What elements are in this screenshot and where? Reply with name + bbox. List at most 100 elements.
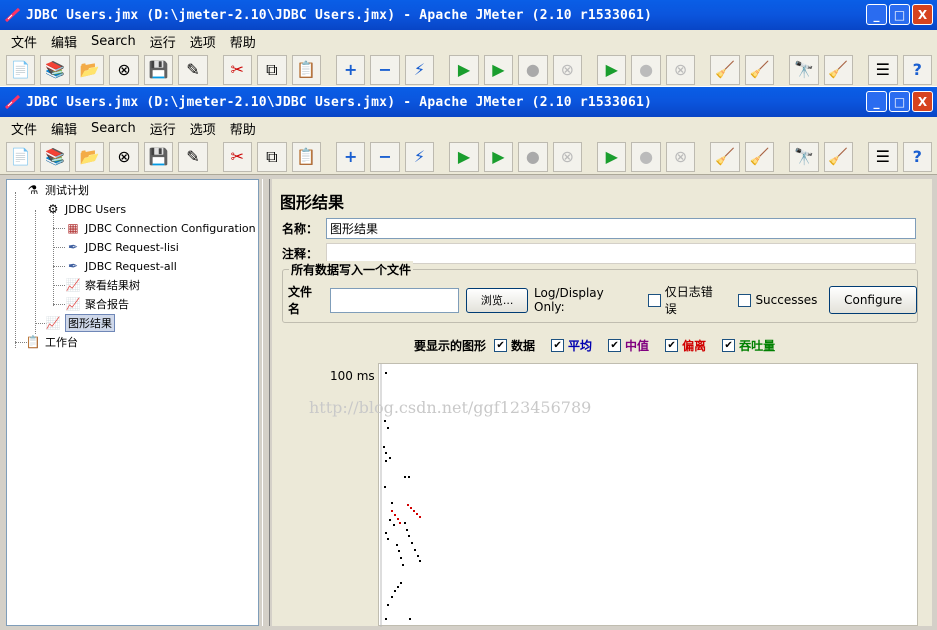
remote-shutdown-icon[interactable]: ⊗	[665, 54, 696, 85]
menu-help[interactable]: 帮助	[223, 32, 263, 51]
menu-help[interactable]: 帮助	[223, 119, 263, 138]
errors-checkbox[interactable]	[647, 293, 661, 307]
search-icon[interactable]: 🔭	[789, 54, 819, 85]
menu-options[interactable]: 选项	[183, 32, 223, 51]
tree-node-graph-results[interactable]: 📈 图形结果	[45, 314, 115, 332]
stop-icon[interactable]: ●	[518, 141, 548, 172]
help-icon[interactable]: ?	[902, 141, 932, 172]
toggle-icon[interactable]: ⚡	[404, 54, 435, 85]
new-icon[interactable]: 📄	[6, 141, 36, 172]
close-file-icon[interactable]: ⊗	[109, 141, 139, 172]
open-icon[interactable]: 📂	[74, 54, 105, 85]
reset-search-icon[interactable]: 🧹	[823, 54, 854, 85]
clear-all-icon[interactable]: 🧹	[744, 54, 775, 85]
filename-label: 文件名	[288, 285, 313, 316]
search-icon[interactable]: 🔭	[789, 141, 819, 172]
help-icon[interactable]: ?	[902, 54, 932, 85]
remote-start-icon[interactable]: ▶	[597, 54, 627, 85]
copy-icon[interactable]: ⧉	[257, 141, 287, 172]
throughput-checkbox[interactable]: ✔	[722, 339, 736, 352]
tree-node-view-results-tree[interactable]: 📈 察看结果树	[65, 276, 140, 294]
cut-icon[interactable]: ✂	[222, 54, 253, 85]
menu-file[interactable]: 文件	[4, 119, 44, 138]
start-no-pause-icon[interactable]: ▶	[483, 54, 514, 85]
menu-options[interactable]: 选项	[183, 119, 223, 138]
clear-all-icon[interactable]: 🧹	[744, 141, 775, 172]
function-helper-icon[interactable]: ☰	[868, 141, 898, 172]
shutdown-icon[interactable]: ⊗	[552, 141, 582, 172]
average-checkbox[interactable]: ✔	[551, 339, 565, 352]
tree-node-aggregate-report[interactable]: 📈 聚合报告	[65, 295, 129, 313]
close-button[interactable]: X	[912, 91, 933, 112]
tree-node-thread-group[interactable]: ⚙ JDBC Users	[45, 200, 126, 218]
data-checkbox[interactable]: ✔	[494, 339, 508, 352]
tree-node-jdbc-connection[interactable]: ▦ JDBC Connection Configuration	[65, 219, 255, 237]
maximize-button[interactable]: □	[889, 4, 910, 25]
reset-search-icon[interactable]: 🧹	[823, 141, 854, 172]
paste-icon[interactable]: 📋	[291, 54, 321, 85]
split-pane-divider[interactable]	[262, 179, 270, 626]
start-no-pause-icon[interactable]: ▶	[483, 141, 514, 172]
configure-button[interactable]: Configure	[829, 286, 918, 314]
comment-input[interactable]	[326, 243, 916, 264]
menu-file[interactable]: 文件	[4, 32, 44, 51]
open-icon[interactable]: 📂	[74, 141, 105, 172]
successes-checkbox[interactable]	[738, 293, 752, 307]
start-icon[interactable]: ▶	[449, 54, 479, 85]
menu-edit[interactable]: 编辑	[44, 32, 84, 51]
remote-stop-icon[interactable]: ●	[631, 141, 661, 172]
start-icon[interactable]: ▶	[449, 141, 479, 172]
deviation-checkbox[interactable]: ✔	[665, 339, 679, 352]
close-file-icon[interactable]: ⊗	[109, 54, 139, 85]
save-icon[interactable]: 💾	[143, 54, 174, 85]
clear-icon[interactable]: 🧹	[710, 54, 740, 85]
toggle-icon[interactable]: ⚡	[404, 141, 435, 172]
median-checkbox[interactable]: ✔	[608, 339, 622, 352]
config-element-icon: ▦	[67, 221, 79, 235]
minimize-button[interactable]: _	[866, 4, 887, 25]
save-as-icon[interactable]: ✎	[178, 54, 208, 85]
tree-node-test-plan[interactable]: ⚗ 测试计划	[25, 181, 89, 199]
jmeter-feather-icon	[4, 7, 21, 23]
title-bar[interactable]: JDBC Users.jmx (D:\jmeter-2.10\JDBC User…	[0, 0, 937, 30]
templates-icon[interactable]: 📚	[40, 141, 70, 172]
remote-start-icon[interactable]: ▶	[597, 141, 627, 172]
remote-shutdown-icon[interactable]: ⊗	[665, 141, 696, 172]
save-as-icon[interactable]: ✎	[178, 141, 208, 172]
menu-edit[interactable]: 编辑	[44, 119, 84, 138]
collapse-icon[interactable]: −	[370, 141, 400, 172]
cut-icon[interactable]: ✂	[222, 141, 253, 172]
clear-icon[interactable]: 🧹	[710, 141, 740, 172]
templates-icon[interactable]: 📚	[40, 54, 70, 85]
menu-run[interactable]: 运行	[143, 119, 183, 138]
shutdown-icon[interactable]: ⊗	[552, 54, 582, 85]
name-row: 名称： 图形结果	[282, 218, 918, 239]
minimize-button[interactable]: _	[866, 91, 887, 112]
remote-stop-icon[interactable]: ●	[631, 54, 661, 85]
menu-run[interactable]: 运行	[143, 32, 183, 51]
graphs-label: 要显示的图形	[414, 339, 487, 353]
menu-search[interactable]: Search	[84, 121, 143, 136]
copy-icon[interactable]: ⧉	[257, 54, 287, 85]
paste-icon[interactable]: 📋	[291, 141, 321, 172]
stop-icon[interactable]: ●	[518, 54, 548, 85]
close-button[interactable]: X	[912, 4, 933, 25]
tree-node-jdbc-request-all[interactable]: ✒ JDBC Request-all	[65, 257, 177, 275]
tree-node-workbench[interactable]: 📋 工作台	[25, 333, 78, 351]
new-icon[interactable]: 📄	[6, 54, 36, 85]
save-icon[interactable]: 💾	[143, 141, 174, 172]
filename-input[interactable]	[329, 287, 460, 313]
menu-bar: 文件 编辑 Search 运行 选项 帮助	[0, 117, 937, 139]
collapse-icon[interactable]: −	[370, 54, 400, 85]
browse-button[interactable]: 浏览...	[466, 287, 529, 313]
log-display-label: Log/Display Only:	[534, 286, 604, 314]
tree-node-jdbc-request-lisi[interactable]: ✒ JDBC Request-lisi	[65, 238, 179, 256]
expand-icon[interactable]: +	[335, 141, 366, 172]
name-input[interactable]: 图形结果	[326, 218, 916, 239]
title-bar[interactable]: JDBC Users.jmx (D:\jmeter-2.10\JDBC User…	[0, 87, 937, 117]
menu-search[interactable]: Search	[84, 34, 143, 49]
function-helper-icon[interactable]: ☰	[868, 54, 898, 85]
test-plan-tree[interactable]: ⚗ 测试计划 ⚙ JDBC Users ▦ JDBC Connection Co…	[6, 179, 259, 626]
maximize-button[interactable]: □	[889, 91, 910, 112]
expand-icon[interactable]: +	[335, 54, 366, 85]
